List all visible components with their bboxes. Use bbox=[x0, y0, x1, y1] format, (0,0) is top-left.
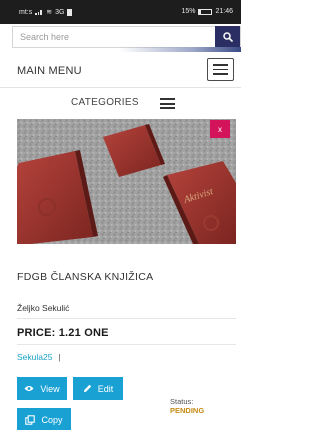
divider bbox=[17, 318, 236, 319]
status-bar: mt:s ≋ 3G 15% 21:46 bbox=[0, 0, 241, 24]
search-button[interactable] bbox=[215, 26, 240, 48]
categories-label: CATEGORIES bbox=[71, 97, 139, 108]
header-decoration bbox=[120, 47, 241, 52]
hamburger-icon bbox=[160, 98, 175, 100]
search-bar bbox=[12, 26, 241, 48]
listing-author: Željko Sekulić bbox=[17, 303, 70, 313]
hamburger-line bbox=[213, 73, 228, 75]
close-button[interactable]: x bbox=[210, 120, 230, 138]
hamburger-icon bbox=[213, 64, 228, 66]
listing-title: FDGB ČLANSKA KNJIŽICA bbox=[17, 271, 154, 283]
categories-bar: CATEGORIES bbox=[0, 95, 241, 111]
main-menu-toggle[interactable] bbox=[207, 58, 234, 81]
clock: 21:46 bbox=[215, 8, 233, 15]
status-label: Status: bbox=[170, 397, 194, 406]
listing-photo: Aktivist bbox=[17, 119, 236, 244]
search-icon bbox=[222, 32, 233, 42]
listing-price: PRICE: 1.21 ONE bbox=[17, 327, 109, 339]
divider bbox=[17, 344, 236, 345]
hamburger-line bbox=[160, 102, 175, 105]
username-link[interactable]: Sekula25 bbox=[17, 352, 52, 362]
pencil-icon bbox=[83, 384, 91, 392]
view-label: View bbox=[40, 383, 60, 394]
battery-icon bbox=[198, 8, 213, 15]
wifi-icon: ≋ bbox=[46, 9, 53, 16]
edit-button[interactable]: Edit bbox=[73, 377, 123, 400]
main-menu-bar: MAIN MENU bbox=[0, 56, 241, 86]
listing-meta: Sekula25 | bbox=[17, 352, 61, 362]
main-menu-title: MAIN MENU bbox=[17, 65, 82, 77]
status-block: Status: PENDING bbox=[170, 397, 204, 415]
meta-separator: | bbox=[58, 352, 61, 362]
copy-button[interactable]: Copy bbox=[17, 408, 71, 430]
search-input[interactable] bbox=[13, 27, 208, 47]
status-right: 15% 21:46 bbox=[181, 8, 233, 15]
categories-toggle[interactable] bbox=[160, 98, 175, 109]
battery-percent: 15% bbox=[181, 8, 196, 15]
signal-icon bbox=[35, 9, 43, 15]
hamburger-line bbox=[213, 68, 228, 71]
photo-image: Aktivist bbox=[17, 119, 236, 244]
close-icon: x bbox=[218, 124, 222, 134]
edit-label: Edit bbox=[97, 383, 114, 394]
network-label: 3G bbox=[55, 8, 65, 16]
view-button[interactable]: View bbox=[17, 377, 67, 400]
status-badge: PENDING bbox=[170, 406, 205, 415]
copy-icon bbox=[25, 414, 36, 425]
notification-icon bbox=[67, 8, 73, 16]
carrier-label: mt:s bbox=[19, 8, 33, 16]
hamburger-line bbox=[160, 107, 175, 109]
eye-icon bbox=[24, 386, 34, 391]
menu-divider bbox=[0, 87, 241, 88]
status-left: mt:s ≋ 3G bbox=[19, 8, 73, 16]
copy-label: Copy bbox=[41, 414, 63, 425]
